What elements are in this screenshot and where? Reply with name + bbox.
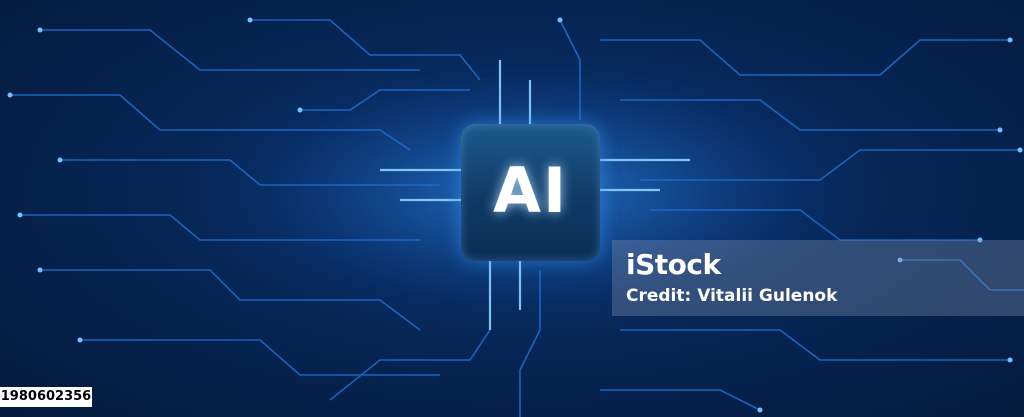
ai-chip: AI [461, 124, 600, 261]
photo-credit: Credit: Vitalii Gulenok [626, 286, 838, 306]
chip-label: AI [492, 154, 569, 227]
image-id-badge: 1980602356 [0, 387, 92, 407]
brand-text: iStock [626, 248, 721, 281]
istock-watermark: iStock Credit: Vitalii Gulenok [612, 240, 1024, 316]
istock-logo: iStock [626, 248, 721, 281]
circuit-board-image: AI iStock Credit: Vitalii Gulenok 198060… [0, 0, 1024, 417]
